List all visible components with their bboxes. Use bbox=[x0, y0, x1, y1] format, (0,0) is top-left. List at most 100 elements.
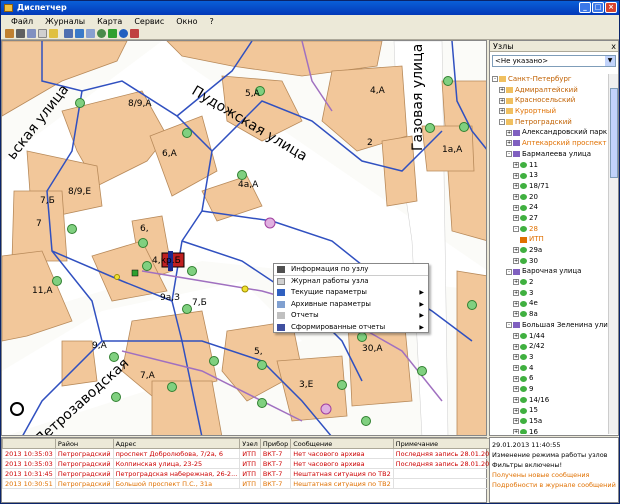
menu-map[interactable]: Карта bbox=[91, 17, 128, 26]
expander-icon[interactable]: + bbox=[499, 97, 505, 104]
close-button[interactable]: × bbox=[605, 2, 617, 13]
expander-icon[interactable]: - bbox=[506, 322, 512, 329]
expander-icon[interactable]: + bbox=[513, 418, 519, 425]
expander-icon[interactable]: + bbox=[513, 311, 519, 318]
tree-node[interactable]: + Александровский парк bbox=[492, 127, 608, 138]
ctx-generated-reports[interactable]: Сформированные отчеты ▶ bbox=[274, 322, 428, 334]
tree-node[interactable]: +15 bbox=[492, 405, 608, 416]
expander-icon[interactable]: - bbox=[506, 151, 512, 158]
tree-node[interactable]: + Курортный bbox=[492, 106, 608, 117]
tool-icon[interactable] bbox=[16, 29, 25, 38]
menu-journals[interactable]: Журналы bbox=[39, 17, 91, 26]
tool-icon[interactable] bbox=[75, 29, 84, 38]
ctx-node-info[interactable]: Информация по узлу bbox=[274, 264, 428, 276]
tool-icon[interactable] bbox=[38, 29, 47, 38]
panel-close-icon[interactable]: x bbox=[611, 41, 616, 52]
expander-icon[interactable]: + bbox=[513, 204, 519, 211]
tool-icon[interactable] bbox=[49, 29, 58, 38]
ctx-current-params[interactable]: Текущие параметры ▶ bbox=[274, 287, 428, 299]
ctx-archive-params[interactable]: Архивные параметры ▶ bbox=[274, 299, 428, 311]
col-district[interactable]: Район bbox=[54, 438, 114, 449]
expander-icon[interactable]: + bbox=[513, 332, 519, 339]
expander-icon[interactable]: + bbox=[513, 354, 519, 361]
tree-node[interactable]: +15а bbox=[492, 416, 608, 427]
tool-icon[interactable] bbox=[86, 29, 95, 38]
tree-node[interactable]: - 28 bbox=[492, 224, 608, 235]
tree-node[interactable]: +2/42 bbox=[492, 341, 608, 352]
log-row[interactable]: 2013 10:30:51 Петроградский Большой проспе… bbox=[2, 478, 528, 489]
expander-icon[interactable]: + bbox=[506, 140, 512, 147]
tree-node[interactable]: - Бармалеева улица bbox=[492, 149, 608, 160]
expander-icon[interactable]: + bbox=[513, 258, 519, 265]
arrow-icon[interactable] bbox=[108, 29, 117, 38]
menu-service[interactable]: Сервис bbox=[128, 17, 170, 26]
tree-node[interactable]: +16 bbox=[492, 427, 608, 434]
expander-icon[interactable]: + bbox=[513, 183, 519, 190]
tree-node[interactable]: +24 bbox=[492, 202, 608, 213]
expander-icon[interactable]: - bbox=[499, 119, 505, 126]
expander-icon[interactable]: + bbox=[513, 429, 519, 434]
tree-node[interactable]: - Большая Зеленина улица bbox=[492, 320, 608, 331]
expander-icon[interactable]: - bbox=[513, 225, 519, 232]
tree-scrollbar[interactable] bbox=[608, 74, 618, 434]
expander-icon[interactable]: + bbox=[513, 161, 519, 168]
tree-node[interactable]: - Петроградский bbox=[492, 117, 608, 128]
tree-node[interactable]: +3 bbox=[492, 288, 608, 299]
tree-node[interactable]: +11 bbox=[492, 160, 608, 171]
ctx-node-journal[interactable]: Журнал работы узла bbox=[274, 276, 428, 288]
tree-node[interactable]: +13 bbox=[492, 170, 608, 181]
expander-icon[interactable]: + bbox=[513, 407, 519, 414]
globe-icon[interactable] bbox=[119, 29, 128, 38]
expander-icon[interactable]: + bbox=[513, 172, 519, 179]
tree-node[interactable]: +27 bbox=[492, 213, 608, 224]
nodes-tree[interactable]: - Санкт-Петербург + Адмиралтейский + Красносе… bbox=[492, 74, 608, 434]
expander-icon[interactable]: + bbox=[513, 290, 519, 297]
minimize-button[interactable]: _ bbox=[579, 2, 591, 13]
col-device[interactable]: Прибор bbox=[259, 438, 292, 449]
expander-icon[interactable]: + bbox=[513, 247, 519, 254]
expander-icon[interactable]: + bbox=[513, 343, 519, 350]
tree-node[interactable]: +3 bbox=[492, 352, 608, 363]
tree-node[interactable]: - Барочная улица bbox=[492, 266, 608, 277]
tree-node[interactable]: +9 bbox=[492, 384, 608, 395]
expander-icon[interactable]: + bbox=[506, 129, 512, 136]
tree-node[interactable]: +20 bbox=[492, 192, 608, 203]
expander-icon[interactable]: + bbox=[513, 375, 519, 382]
tree-node[interactable]: ИТП bbox=[492, 234, 608, 245]
scrollbar-thumb[interactable] bbox=[610, 88, 618, 178]
tree-node[interactable]: + Красносельский bbox=[492, 95, 608, 106]
expander-icon[interactable]: + bbox=[513, 215, 519, 222]
col-time[interactable] bbox=[2, 438, 56, 449]
map-view[interactable]: Пудожская улица Газовая улица Петрозавод… bbox=[1, 40, 487, 436]
log-row[interactable]: 2013 10:35:03 Петроградский проспект Добро… bbox=[2, 448, 528, 459]
expander-icon[interactable]: + bbox=[499, 108, 505, 115]
tree-node[interactable]: +18/71 bbox=[492, 181, 608, 192]
tree-node[interactable]: +14/16 bbox=[492, 395, 608, 406]
expander-icon[interactable]: + bbox=[513, 193, 519, 200]
ctx-reports[interactable]: Отчеты ▶ bbox=[274, 310, 428, 322]
expander-icon[interactable]: + bbox=[513, 279, 519, 286]
tree-node[interactable]: +2 bbox=[492, 277, 608, 288]
expander-icon[interactable]: + bbox=[513, 396, 519, 403]
menu-file[interactable]: Файл bbox=[5, 17, 39, 26]
col-address[interactable]: Адрес bbox=[112, 438, 241, 449]
filter-combo[interactable]: <Не указано> ▼ bbox=[492, 55, 616, 67]
col-node[interactable]: Узел bbox=[239, 438, 261, 449]
expander-icon[interactable]: - bbox=[492, 76, 498, 83]
expander-icon[interactable]: + bbox=[513, 364, 519, 371]
tree-node[interactable]: +30 bbox=[492, 256, 608, 267]
log-row[interactable]: 2013 10:31:45 Петроградский Петроградская … bbox=[2, 468, 528, 479]
tree-node[interactable]: + Аптекарский проспект bbox=[492, 138, 608, 149]
tree-node[interactable]: +1/44 bbox=[492, 331, 608, 342]
chevron-down-icon[interactable]: ▼ bbox=[605, 56, 615, 66]
tree-node[interactable]: +29а bbox=[492, 245, 608, 256]
menu-window[interactable]: Окно bbox=[170, 17, 203, 26]
col-message[interactable]: Сообщение bbox=[290, 438, 394, 449]
expander-icon[interactable]: + bbox=[499, 87, 505, 94]
expander-icon[interactable]: + bbox=[513, 386, 519, 393]
tree-node[interactable]: +4 bbox=[492, 363, 608, 374]
tool-icon[interactable] bbox=[64, 29, 73, 38]
tool-icon[interactable] bbox=[5, 29, 14, 38]
expander-icon[interactable]: + bbox=[513, 300, 519, 307]
tree-node[interactable]: +4е bbox=[492, 298, 608, 309]
